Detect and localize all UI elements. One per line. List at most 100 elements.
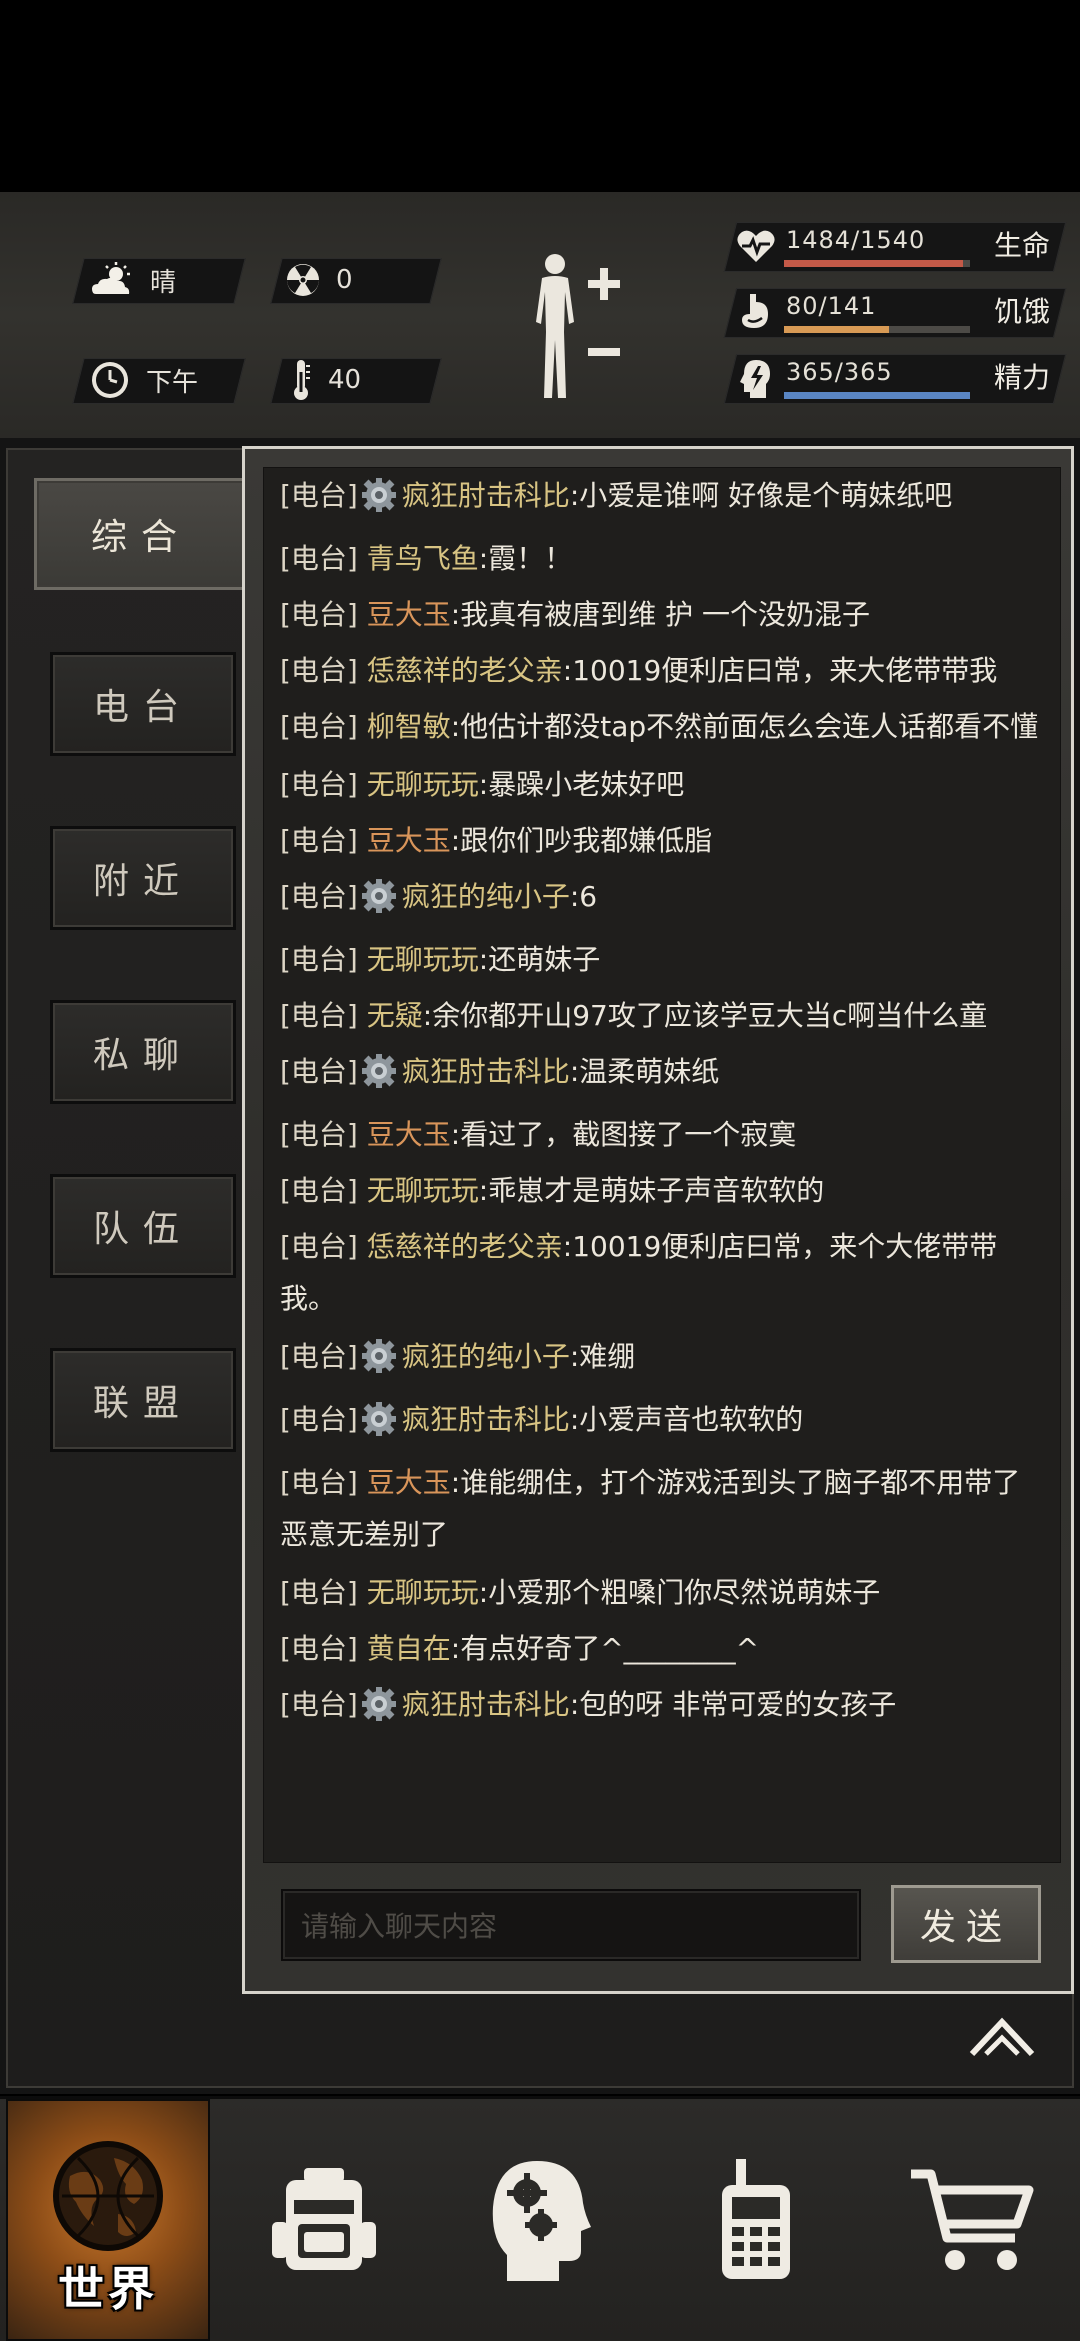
channel-tag: [电台] xyxy=(280,1632,358,1665)
collapse-chevron-icon[interactable] xyxy=(966,2014,1038,2058)
sender-name[interactable]: 疯狂肘击科比 xyxy=(402,1403,570,1436)
chat-message[interactable]: [电台] 无聊玩玩:乖崽才是萌妹子声音软软的 xyxy=(264,1163,1060,1219)
tab-team[interactable]: 队伍 xyxy=(50,1174,236,1278)
sender-name[interactable]: 青鸟飞鱼 xyxy=(367,542,479,575)
vip-gear-badge-icon xyxy=(361,876,396,932)
nav-shop[interactable] xyxy=(864,2099,1080,2341)
message-text: :小爱那个粗嗓门你尽然说萌妹子 xyxy=(478,1576,881,1609)
channel-tag: [电台] xyxy=(280,1576,358,1609)
message-text: :我真有被唐到维 护 一个没奶混子 xyxy=(450,598,871,631)
chat-message[interactable]: [电台] 豆大玉:谁能绷住，打个游戏活到头了脑子都不用带了恶意无差别了 xyxy=(264,1455,1060,1565)
radiation-indicator: 0 xyxy=(286,258,353,302)
channel-tag: [电台] xyxy=(280,542,358,575)
sender-name[interactable]: 豆大玉 xyxy=(367,1466,451,1499)
chat-message[interactable]: [电台] 豆大玉:看过了，截图接了一个寂寞 xyxy=(264,1107,1060,1163)
chat-message[interactable]: [电台] 豆大玉:跟你们吵我都嫌低脂 xyxy=(264,813,1060,869)
health-value: 1484/1540 xyxy=(786,226,926,254)
sender-name[interactable]: 豆大玉 xyxy=(367,598,451,631)
clock-icon xyxy=(92,362,128,398)
sender-name[interactable]: 疯狂的纯小子 xyxy=(402,1340,570,1373)
sender-name[interactable]: 恁慈祥的老父亲 xyxy=(367,1230,563,1263)
message-text: :温柔萌妹纸 xyxy=(569,1055,720,1088)
energy-bar-fill xyxy=(784,392,970,399)
chat-message[interactable]: [电台] 疯狂肘击科比:小爱声音也软软的 xyxy=(264,1392,1060,1455)
globe-icon xyxy=(53,2141,163,2251)
sender-name[interactable]: 恁慈祥的老父亲 xyxy=(367,654,563,687)
hunger-value: 80/141 xyxy=(786,292,877,320)
vip-gear-badge-icon xyxy=(361,475,396,531)
sender-name[interactable]: 无聊玩玩 xyxy=(367,1576,479,1609)
channel-tag: [电台] xyxy=(280,1403,358,1436)
channel-tag: [电台] xyxy=(280,710,358,743)
weather-indicator: 晴 xyxy=(90,258,176,302)
sender-name[interactable]: 疯狂肘击科比 xyxy=(402,1688,570,1721)
channel-tag: [电台] xyxy=(280,824,358,857)
channel-tag: [电台] xyxy=(280,1055,358,1088)
message-text: :还萌妹子 xyxy=(478,943,601,976)
tab-alliance[interactable]: 联盟 xyxy=(50,1348,236,1452)
sender-name[interactable]: 豆大玉 xyxy=(367,824,451,857)
chat-input[interactable]: 请输入聊天内容 xyxy=(281,1889,861,1961)
message-text: :他估计都没tap不然前面怎么会连人话都看不懂 xyxy=(450,710,1039,743)
vip-gear-badge-icon xyxy=(361,1684,396,1740)
sender-name[interactable]: 无聊玩玩 xyxy=(367,1174,479,1207)
status-panel: 晴 0 下午 40 1484/1540 生命 80/141 饥饿 365/365… xyxy=(0,192,1080,438)
chat-panel-inner: [电台] 疯狂肘击科比:小爱是谁啊 好像是个萌妹纸吧 [电台] 青鸟飞鱼:霞！！ [电… xyxy=(245,449,1071,1991)
nav-radio[interactable] xyxy=(648,2099,864,2341)
message-text: :小爱声音也软软的 xyxy=(569,1403,804,1436)
tab-private[interactable]: 私聊 xyxy=(50,1000,236,1104)
chat-message[interactable]: [电台] 疯狂肘击科比:小爱是谁啊 好像是个萌妹纸吧 xyxy=(264,468,1060,531)
chat-message[interactable]: [电台] 青鸟飞鱼:霞！！ xyxy=(264,531,1060,587)
sender-name[interactable]: 疯狂的纯小子 xyxy=(402,880,570,913)
nav-skills[interactable] xyxy=(432,2099,648,2341)
chat-message[interactable]: [电台] 疯狂肘击科比:温柔萌妹纸 xyxy=(264,1044,1060,1107)
body-status-button[interactable] xyxy=(520,252,630,402)
chat-message[interactable]: [电台] 无疑:余你都开山97攻了应该学豆大当c啊当什么童 xyxy=(264,988,1060,1044)
vip-gear-badge-icon xyxy=(361,1051,396,1107)
sender-name[interactable]: 豆大玉 xyxy=(367,1118,451,1151)
nav-world-label: 世界 xyxy=(58,2262,158,2316)
radiation-icon xyxy=(287,264,319,296)
weather-text: 晴 xyxy=(150,267,177,298)
channel-tag: [电台] xyxy=(280,1230,358,1263)
sender-name[interactable]: 无聊玩玩 xyxy=(367,943,479,976)
channel-tag: [电台] xyxy=(280,768,358,801)
message-text: :跟你们吵我都嫌低脂 xyxy=(450,824,713,857)
nav-world[interactable]: 世界 xyxy=(6,2099,210,2341)
channel-tag: [电台] xyxy=(280,598,358,631)
tab-radio[interactable]: 电台 xyxy=(50,652,236,756)
plus-icon xyxy=(588,268,620,300)
channel-tag: [电台] xyxy=(280,943,358,976)
tab-general[interactable]: 综合 xyxy=(34,478,248,590)
chat-message[interactable]: [电台] 恁慈祥的老父亲:10019便利店曰常，来个大佬带带我。 xyxy=(264,1219,1060,1329)
sender-name[interactable]: 黄自在 xyxy=(367,1632,451,1665)
channel-tag: [电台] xyxy=(280,1340,358,1373)
chat-message[interactable]: [电台] 无聊玩玩:小爱那个粗嗓门你尽然说萌妹子 xyxy=(264,1565,1060,1621)
tab-nearby[interactable]: 附近 xyxy=(50,826,236,930)
chat-log[interactable]: [电台] 疯狂肘击科比:小爱是谁啊 好像是个萌妹纸吧 [电台] 青鸟飞鱼:霞！！ [电… xyxy=(263,467,1061,1863)
chat-message[interactable]: [电台] 无聊玩玩:还萌妹子 xyxy=(264,932,1060,988)
sender-name[interactable]: 柳智敏 xyxy=(367,710,451,743)
sender-name[interactable]: 无聊玩玩 xyxy=(367,768,479,801)
message-text: :6 xyxy=(569,880,598,913)
chat-message[interactable]: [电台] 恁慈祥的老父亲:10019便利店曰常，来大佬带带我 xyxy=(264,643,1060,699)
nav-inventory[interactable] xyxy=(216,2099,432,2341)
sender-name[interactable]: 疯狂肘击科比 xyxy=(402,479,570,512)
head-gears-icon xyxy=(492,2161,591,2281)
chat-message[interactable]: [电台] 黄自在:有点好奇了^________^ xyxy=(264,1621,1060,1677)
chat-message[interactable]: [电台] 柳智敏:他估计都没tap不然前面怎么会连人话都看不懂 xyxy=(264,699,1060,757)
chat-message[interactable]: [电台] 疯狂的纯小子:难绷 xyxy=(264,1329,1060,1392)
sender-name[interactable]: 无疑 xyxy=(367,999,423,1032)
heart-icon xyxy=(737,230,775,262)
message-text: :10019便利店曰常，来大佬带带我 xyxy=(562,654,998,687)
send-button[interactable]: 发送 xyxy=(891,1885,1041,1963)
chat-message[interactable]: [电台] 无聊玩玩:暴躁小老妹好吧 xyxy=(264,757,1060,813)
sender-name[interactable]: 疯狂肘击科比 xyxy=(402,1055,570,1088)
chat-message[interactable]: [电台] 疯狂肘击科比:包的呀 非常可爱的女孩子 xyxy=(264,1677,1060,1740)
channel-tag: [电台] xyxy=(280,654,358,687)
chat-message[interactable]: [电台] 豆大玉:我真有被唐到维 护 一个没奶混子 xyxy=(264,587,1060,643)
chat-message[interactable]: [电台] 疯狂的纯小子:6 xyxy=(264,869,1060,932)
vip-gear-badge-icon xyxy=(361,1336,396,1392)
bottom-nav: 世界 xyxy=(0,2096,1080,2341)
cart-icon xyxy=(911,2169,1034,2270)
